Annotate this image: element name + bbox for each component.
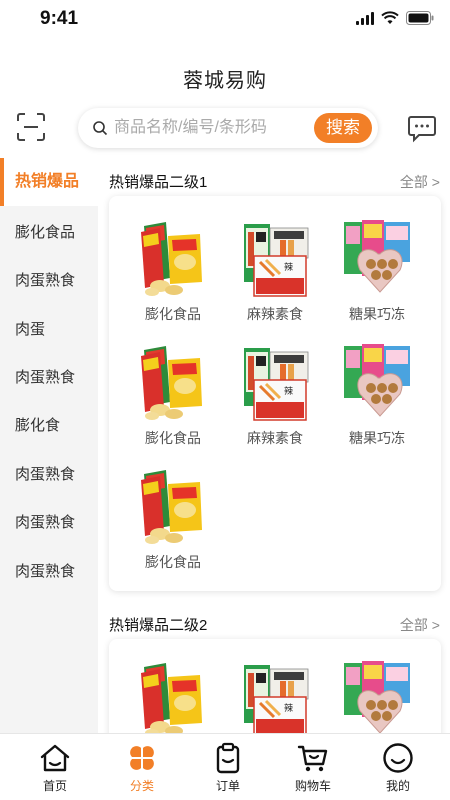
- product-name: 糖果巧冻: [349, 430, 405, 446]
- candy-image: [344, 220, 410, 293]
- category-sidebar: 热销爆品 膨化食品 肉蛋熟食 肉蛋 肉蛋熟食 膨化食 肉蛋熟食 肉蛋熟食 肉蛋熟…: [0, 158, 98, 734]
- svg-text:辣: 辣: [284, 261, 293, 273]
- sidebar-item-puffed-2[interactable]: 膨化食: [0, 402, 98, 450]
- wifi-icon: [381, 11, 399, 24]
- spicy-snack-image: 辣: [244, 224, 309, 297]
- product-item[interactable]: 糖果巧冻: [327, 342, 427, 460]
- message-icon: [408, 116, 436, 143]
- spicy-snack-image: 辣: [244, 348, 309, 421]
- product-name: 膨化食品: [145, 554, 201, 570]
- tab-category[interactable]: 分类: [97, 734, 187, 800]
- search-icon: [93, 121, 108, 136]
- scan-button[interactable]: [15, 111, 47, 143]
- candy-image: [344, 344, 410, 417]
- product-name: 糖果巧冻: [349, 306, 405, 322]
- order-icon: [216, 742, 240, 774]
- chips-image: [141, 222, 202, 296]
- sidebar-item-meat[interactable]: 肉蛋熟食: [0, 451, 98, 499]
- scan-icon: [17, 113, 45, 141]
- product-item[interactable]: 辣 麻辣素食: [225, 218, 325, 336]
- chips-image: [141, 663, 202, 737]
- tab-home[interactable]: 首页: [10, 734, 100, 800]
- tab-cart[interactable]: 购物车: [268, 734, 358, 800]
- chips-image: [141, 470, 202, 544]
- product-item[interactable]: 膨化食品: [123, 342, 223, 460]
- status-time: 9:41: [40, 8, 79, 29]
- signal-icon: [356, 11, 374, 25]
- tab-label: 分类: [129, 779, 154, 793]
- product-item[interactable]: 糖果巧冻: [327, 218, 427, 336]
- product-name: 膨化食品: [145, 430, 201, 446]
- product-item[interactable]: 辣 麻辣素食: [225, 342, 325, 460]
- section-title: 热销爆品二级1: [109, 174, 208, 191]
- view-all-link[interactable]: 全部 >: [400, 172, 440, 192]
- home-icon: [40, 744, 70, 772]
- svg-text:辣: 辣: [284, 702, 293, 714]
- bottom-tab-bar: 首页 分类 订单 购物车 我的: [0, 733, 450, 800]
- search-button[interactable]: 搜索: [314, 113, 372, 143]
- message-button[interactable]: [406, 113, 438, 143]
- svg-text:辣: 辣: [284, 385, 293, 397]
- sidebar-item-meat[interactable]: 肉蛋熟食: [0, 548, 98, 596]
- page-title: 蓉城易购: [183, 70, 267, 92]
- product-name: 麻辣素食: [247, 306, 303, 322]
- product-grid: 膨化食品 辣 麻辣素食 糖果巧冻 膨化食品 辣 麻辣素食 糖果巧冻 膨化食品: [109, 196, 441, 591]
- tab-label: 订单: [215, 779, 240, 793]
- sidebar-item-meat-egg[interactable]: 肉蛋: [0, 306, 98, 354]
- product-name: 膨化食品: [145, 306, 201, 322]
- status-icons: [356, 11, 434, 25]
- tab-profile[interactable]: 我的: [353, 734, 443, 800]
- sidebar-item-meat[interactable]: 肉蛋熟食: [0, 257, 98, 305]
- product-item[interactable]: 膨化食品: [123, 218, 223, 336]
- cart-icon: [297, 745, 328, 772]
- sidebar-item-hot[interactable]: 热销爆品: [0, 158, 98, 206]
- search-bar: 搜索: [78, 108, 378, 148]
- tab-orders[interactable]: 订单: [183, 734, 273, 800]
- section-title: 热销爆品二级2: [109, 617, 208, 634]
- product-name: 麻辣素食: [247, 430, 303, 446]
- tab-label: 购物车: [294, 779, 331, 793]
- product-item[interactable]: 膨化食品: [123, 466, 223, 584]
- category-icon: [130, 746, 154, 770]
- battery-icon: [406, 11, 434, 25]
- status-bar: 9:41: [0, 0, 450, 38]
- profile-icon: [383, 743, 413, 773]
- tab-label: 我的: [385, 779, 410, 793]
- search-input[interactable]: [114, 116, 304, 140]
- view-all-link[interactable]: 全部 >: [400, 615, 440, 635]
- chips-image: [141, 346, 202, 420]
- sidebar-item-meat[interactable]: 肉蛋熟食: [0, 354, 98, 402]
- candy-image: [344, 661, 410, 734]
- tab-label: 首页: [42, 779, 67, 793]
- sidebar-item-puffed[interactable]: 膨化食品: [0, 209, 98, 257]
- spicy-snack-image: 辣: [244, 665, 309, 738]
- sidebar-item-meat[interactable]: 肉蛋熟食: [0, 499, 98, 547]
